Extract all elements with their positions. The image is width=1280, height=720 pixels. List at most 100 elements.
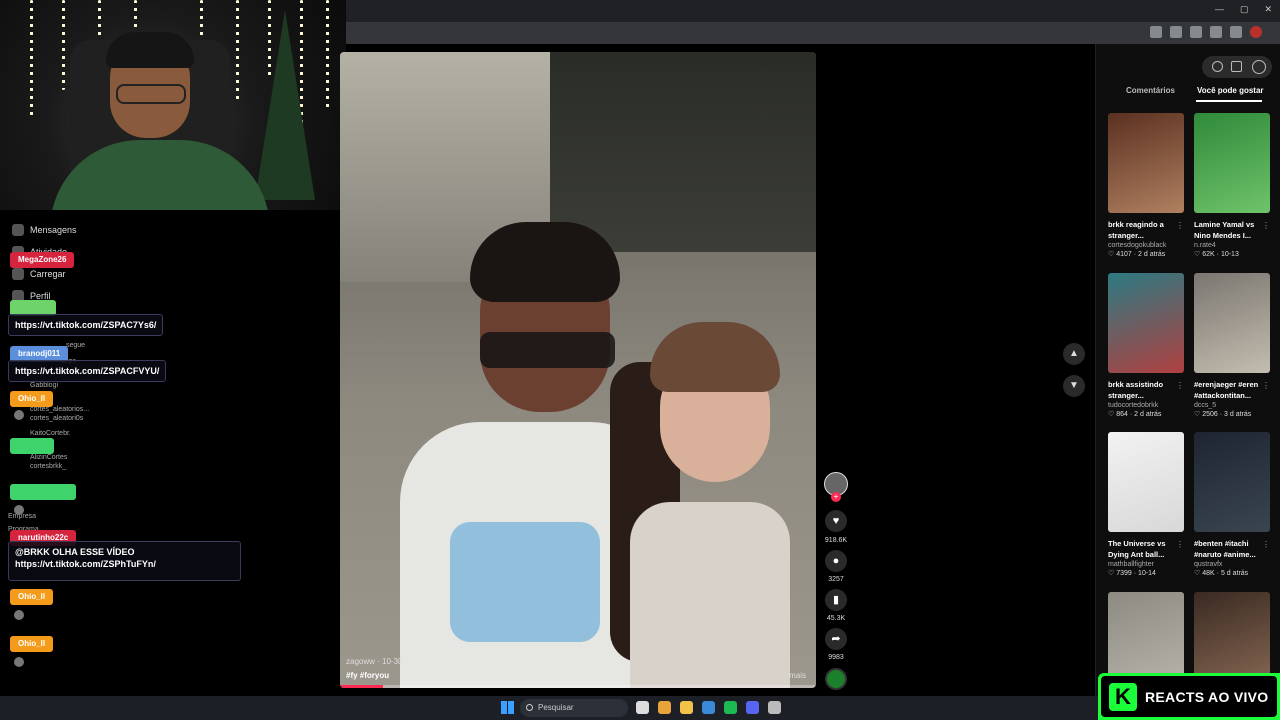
extensions-icon[interactable] — [1210, 26, 1222, 38]
video-progress-bar[interactable] — [340, 685, 816, 688]
maximize-button[interactable]: ▢ — [1240, 4, 1249, 15]
recommendation-card[interactable]: #erenjaeger #eren #attackontitan... dccs_… — [1194, 273, 1270, 418]
discord-icon[interactable] — [746, 701, 759, 714]
translate-icon[interactable] — [1150, 26, 1162, 38]
card-thumbnail[interactable] — [1108, 113, 1184, 213]
comment-count: 3257 — [828, 576, 844, 583]
recommendation-card[interactable]: The Universe vs Dying Ant ball... mathbal… — [1108, 432, 1184, 577]
faint-label: Gabblogi — [30, 382, 59, 389]
spotify-icon[interactable] — [724, 701, 737, 714]
next-video-button[interactable]: ▼ — [1063, 375, 1085, 397]
more-button[interactable]: mais — [789, 671, 806, 680]
card-author[interactable]: n.rate4 — [1194, 242, 1270, 249]
card-title[interactable]: #erenjaeger #eren #attackontitan... — [1194, 379, 1270, 401]
share-button[interactable]: ➦ — [825, 628, 847, 650]
profile-icon[interactable] — [1250, 26, 1262, 38]
task-view-icon[interactable] — [636, 701, 649, 714]
card-meta: ♡ 62K · 10-13 — [1194, 251, 1239, 258]
chat-username: Ohio_ll — [10, 391, 54, 407]
card-meta: ♡ 2506 · 3 d atrás — [1194, 411, 1252, 418]
card-author[interactable]: tudocortedobrkk — [1108, 402, 1184, 409]
chat-message[interactable]: https://vt.tiktok.com/ZSPAC7Ys6/ — [8, 314, 164, 336]
minimize-button[interactable]: — — [1215, 4, 1224, 15]
menu-label: Mensagens — [30, 225, 77, 235]
faint-label: AlizinCortes — [30, 454, 68, 461]
taskbar-search[interactable]: Pesquisar — [520, 699, 628, 717]
video-hashtags[interactable]: #fy #foryou — [346, 671, 389, 680]
cast-icon[interactable] — [1170, 26, 1182, 38]
card-title[interactable]: brkk reagindo a stranger... — [1108, 219, 1184, 241]
card-age: 2 d atrás — [1138, 251, 1166, 258]
video-author[interactable]: zagoww — [346, 657, 375, 666]
chevron-down-icon: ▼ — [1069, 380, 1079, 391]
windows-start-icon[interactable] — [501, 701, 514, 714]
faint-label: cortes_aleatorios... — [30, 406, 90, 413]
recommendation-card[interactable]: brkk assistindo stranger... tudocortedobr… — [1108, 273, 1184, 418]
card-author[interactable]: dccs_5 — [1194, 402, 1270, 409]
card-title[interactable]: brkk assistindo stranger... — [1108, 379, 1184, 401]
more-options-icon[interactable]: ⋮ — [1262, 540, 1270, 549]
phone-icon[interactable] — [1231, 61, 1242, 72]
faint-label: segue — [66, 342, 86, 349]
comment-button[interactable]: ● — [825, 550, 847, 572]
recommendation-card[interactable]: brkk reagindo a stranger... cortesdogokub… — [1108, 113, 1184, 258]
card-meta: ♡ 7399 · 10-14 — [1108, 570, 1156, 577]
recommendation-card[interactable]: #benten #itachi #naruto #anime... qustrav… — [1194, 432, 1270, 577]
more-options-icon[interactable]: ⋮ — [1262, 221, 1270, 230]
bookmark-icon: ▮ — [832, 594, 840, 606]
card-author[interactable]: qustravfx — [1194, 561, 1270, 568]
previous-video-button[interactable]: ▲ — [1063, 343, 1085, 365]
card-author[interactable]: cortesdogokublack — [1108, 242, 1184, 249]
more-options-icon[interactable]: ⋮ — [1176, 381, 1184, 390]
card-likes: 2506 — [1202, 411, 1218, 418]
tab-comments[interactable]: Comentários — [1126, 86, 1175, 95]
card-likes: 48K — [1202, 570, 1215, 577]
follow-plus-icon[interactable]: + — [831, 492, 841, 502]
card-thumbnail[interactable] — [1194, 273, 1270, 373]
sticker-icon — [14, 505, 24, 515]
card-thumbnail[interactable] — [1194, 432, 1270, 532]
save-count: 45.3K — [826, 615, 846, 622]
card-meta: ♡ 4107 · 2 d atrás — [1108, 251, 1166, 258]
reacts-ao-vivo-badge: K REACTS AO VIVO — [1098, 673, 1280, 720]
chrome-icon[interactable] — [658, 701, 671, 714]
video-player[interactable]: zagoww · 10-30 #fy #foryou mais — [340, 52, 816, 688]
inbox-icon — [12, 224, 24, 236]
search-icon — [526, 704, 533, 711]
card-author[interactable]: mathballfighter — [1108, 561, 1184, 568]
star-icon[interactable] — [1190, 26, 1202, 38]
more-options-icon[interactable]: ⋮ — [1176, 221, 1184, 230]
panel-tabs: Comentários Você pode gostar — [1096, 86, 1280, 106]
more-options-icon[interactable]: ⋮ — [1262, 381, 1270, 390]
file-explorer-icon[interactable] — [680, 701, 693, 714]
card-title[interactable]: The Universe vs Dying Ant ball... — [1108, 538, 1184, 560]
card-title[interactable]: #benten #itachi #naruto #anime... — [1194, 538, 1270, 560]
user-avatar[interactable] — [1252, 60, 1266, 74]
block-icon[interactable] — [1212, 61, 1223, 72]
obs-icon[interactable] — [768, 701, 781, 714]
card-title[interactable]: Lamine Yamal vs Nino Mendes I... — [1194, 219, 1270, 241]
menu-item-upload[interactable]: Carregar — [12, 268, 66, 280]
chat-message[interactable]: https://vt.tiktok.com/ZSPACFVYU/ — [8, 360, 167, 382]
card-age: 2 d atrás — [1134, 411, 1162, 418]
music-disc-icon[interactable] — [825, 668, 847, 690]
tab-you-may-like[interactable]: Você pode gostar — [1197, 86, 1264, 95]
recommendation-card[interactable]: Lamine Yamal vs Nino Mendes I... n.rate4 ♡… — [1194, 113, 1270, 258]
save-button[interactable]: ▮ — [825, 589, 847, 611]
video-progress-fill — [340, 685, 383, 688]
like-button[interactable]: ♥ — [825, 510, 847, 532]
card-thumbnail[interactable] — [1194, 113, 1270, 213]
chat-message[interactable]: @BRKK OLHA ESSE VÍDEO https://vt.tiktok.… — [8, 541, 241, 581]
card-thumbnail[interactable] — [1108, 273, 1184, 373]
close-button[interactable]: ✕ — [1264, 4, 1272, 15]
card-thumbnail[interactable] — [1108, 432, 1184, 532]
menu-item-messages[interactable]: Mensagens — [12, 224, 77, 236]
steam-icon[interactable] — [702, 701, 715, 714]
card-age: 3 d atrás — [1224, 411, 1252, 418]
comment-icon: ● — [832, 555, 840, 567]
sticker-icon — [14, 610, 24, 620]
sidebar-icon[interactable] — [1230, 26, 1242, 38]
more-options-icon[interactable]: ⋮ — [1176, 540, 1184, 549]
menu-label: Carregar — [30, 269, 66, 279]
stream-chat: Mensagens Atividade Carregar Perfil segu… — [0, 210, 340, 700]
